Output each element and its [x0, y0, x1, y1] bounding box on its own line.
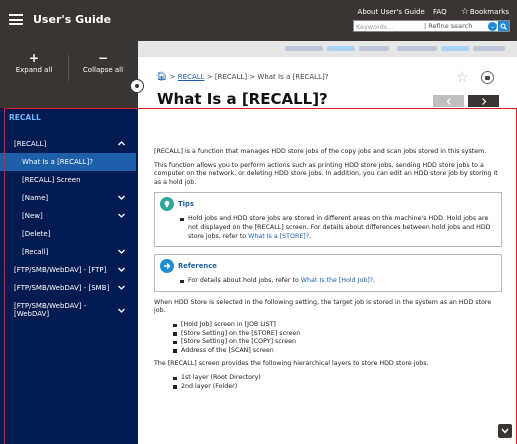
sidebar-item-recall[interactable]: [RECALL] — [0, 135, 136, 153]
divider — [68, 55, 69, 81]
highlight-frame-left — [4, 108, 5, 444]
header-links: About User's Guide FAQ ☆Bookmarks — [352, 7, 509, 17]
search-input[interactable] — [356, 22, 424, 31]
chevron-left-icon — [446, 98, 451, 105]
function-paragraph: This function allows you to perform acti… — [154, 161, 498, 186]
list-item: Address of the [SCAN] screen — [173, 347, 502, 356]
bookmarks-label: Bookmarks — [469, 8, 509, 16]
hdd-store-paragraph: When HDD Store is selected in the follow… — [154, 298, 492, 315]
chevron-down-icon[interactable]: ⌄ — [488, 22, 497, 31]
chevron-up-icon — [118, 141, 125, 146]
sidebar-item-what-is-recall[interactable]: What Is a [RECALL]? — [0, 153, 136, 171]
next-page-button[interactable] — [468, 95, 499, 107]
what-is-store-link[interactable]: What Is a [STORE]? — [248, 233, 309, 240]
plus-icon: + — [28, 51, 40, 65]
what-is-hold-job-link[interactable]: What Is the [Hold Job]? — [301, 277, 373, 284]
chevron-down-icon — [118, 195, 125, 200]
sidebar-collapse-toggle[interactable] — [130, 79, 144, 93]
bookmarks-link[interactable]: ☆Bookmarks — [455, 7, 509, 17]
star-outline-icon: ☆ — [460, 7, 469, 17]
layers-paragraph: The [RECALL] screen provides the followi… — [154, 360, 429, 368]
sidebar-item-label: [RECALL] Screen — [22, 176, 81, 184]
list-item: [Hold Job] screen in [JOB LIST] — [173, 321, 502, 330]
sidebar-item-label: [New] — [22, 212, 43, 220]
reference-title: Reference — [178, 261, 217, 270]
minus-icon: − — [97, 51, 109, 65]
chevron-down-icon — [118, 285, 125, 290]
search-button[interactable] — [498, 21, 509, 31]
page-title: What Is a [RECALL]? — [157, 90, 328, 108]
highlight-frame-top — [5, 108, 517, 109]
app-header: User's Guide About User's Guide FAQ ☆Boo… — [0, 0, 517, 41]
list-item: [Store Setting] on the [STORE] screen — [173, 330, 502, 339]
expand-all-button[interactable]: + Expand all — [4, 51, 64, 74]
sidebar-section-title: RECALL — [9, 113, 41, 122]
sidebar-item-ftp[interactable]: [FTP/SMB/WebDAV] - [FTP] — [0, 261, 136, 279]
sidebar-item-delete[interactable]: [Delete] — [0, 225, 136, 243]
sidebar-item-recall-action[interactable]: [Recall] — [0, 243, 136, 261]
article-content: [RECALL] is a function that manages HDD … — [154, 148, 502, 396]
list-item: 2nd layer (Folder) — [173, 383, 502, 392]
sidebar-item-webdav[interactable]: [FTP/SMB/WebDAV] - [WebDAV] — [0, 297, 136, 325]
chevron-right-icon — [482, 98, 487, 105]
list-item: 1st layer (Root Directory) — [173, 374, 502, 383]
settings-list: [Hold Job] screen in [JOB LIST] [Store S… — [154, 321, 502, 355]
tips-title: Tips — [178, 200, 194, 209]
hamburger-menu-icon[interactable] — [9, 14, 23, 25]
chevron-down-icon — [118, 213, 125, 218]
sidebar-item-new[interactable]: [New] — [0, 207, 136, 225]
main-topbar — [138, 41, 517, 57]
search-icon — [500, 23, 507, 30]
app-title: User's Guide — [33, 13, 112, 26]
bookmark-star-icon[interactable]: ☆ — [456, 70, 469, 86]
layers-list: 1st layer (Root Directory) 2nd layer (Fo… — [154, 374, 502, 391]
chevron-down-icon — [118, 308, 125, 313]
chevron-down-icon — [118, 267, 125, 272]
print-icon[interactable] — [481, 71, 494, 84]
sidebar-item-label: [Name] — [22, 194, 49, 202]
breadcrumb-link-recall[interactable]: RECALL — [178, 73, 205, 81]
sidebar-item-name[interactable]: [Name] — [0, 189, 136, 207]
sidebar-item-label: [Delete] — [22, 230, 51, 238]
faq-link[interactable]: FAQ — [433, 8, 447, 16]
sidebar-item-recall-screen[interactable]: [RECALL] Screen — [0, 171, 136, 189]
arrow-right-icon — [160, 259, 174, 274]
lightbulb-icon — [160, 197, 174, 212]
scroll-button[interactable] — [498, 424, 512, 438]
chevron-down-icon — [118, 249, 125, 254]
breadcrumb: 🏠︎ > RECALL > [RECALL] > What Is a [RECA… — [156, 72, 328, 82]
chevron-down-icon — [501, 428, 509, 434]
sidebar-item-label: [Recall] — [22, 248, 49, 256]
collapse-all-button[interactable]: − Collapse all — [73, 51, 133, 74]
sidebar-item-label: [RECALL] — [14, 140, 47, 148]
list-item: Hold jobs and HDD store jobs are stored … — [180, 215, 496, 241]
home-icon[interactable]: 🏠︎ — [156, 72, 167, 82]
sidebar-item-label: [FTP/SMB/WebDAV] - [WebDAV] — [14, 302, 87, 318]
expand-all-label: Expand all — [15, 66, 53, 74]
prev-page-button[interactable] — [433, 95, 464, 107]
reference-box: Reference For details about hold jobs, r… — [154, 254, 502, 292]
sidebar-controls: + Expand all − Collapse all — [0, 41, 138, 108]
search-box: | Refine search ⌄ — [353, 20, 510, 32]
about-link[interactable]: About User's Guide — [358, 8, 425, 16]
sidebar-item-label: What Is a [RECALL]? — [22, 158, 94, 166]
breadcrumb-trail: > [RECALL] > What Is a [RECALL]? — [206, 73, 329, 81]
blurred-breadcrumb — [285, 46, 505, 51]
collapse-all-label: Collapse all — [82, 66, 124, 74]
sidebar-item-smb[interactable]: [FTP/SMB/WebDAV] - [SMB] — [0, 279, 136, 297]
intro-paragraph: [RECALL] is a function that manages HDD … — [154, 148, 487, 155]
sidebar-nav: RECALL [RECALL] What Is a [RECALL]? [REC… — [0, 108, 138, 444]
sidebar-item-label: [FTP/SMB/WebDAV] - [SMB] — [14, 284, 110, 292]
sidebar-item-label: [FTP/SMB/WebDAV] - [FTP] — [14, 266, 107, 274]
list-item: [Store Setting] on the [COPY] screen — [173, 338, 502, 347]
list-item: For details about hold jobs, refer to Wh… — [180, 277, 496, 286]
tips-box: Tips Hold jobs and HDD store jobs are st… — [154, 192, 502, 248]
refine-search-link[interactable]: | Refine search — [424, 22, 472, 30]
breadcrumb-separator: > — [169, 73, 176, 81]
